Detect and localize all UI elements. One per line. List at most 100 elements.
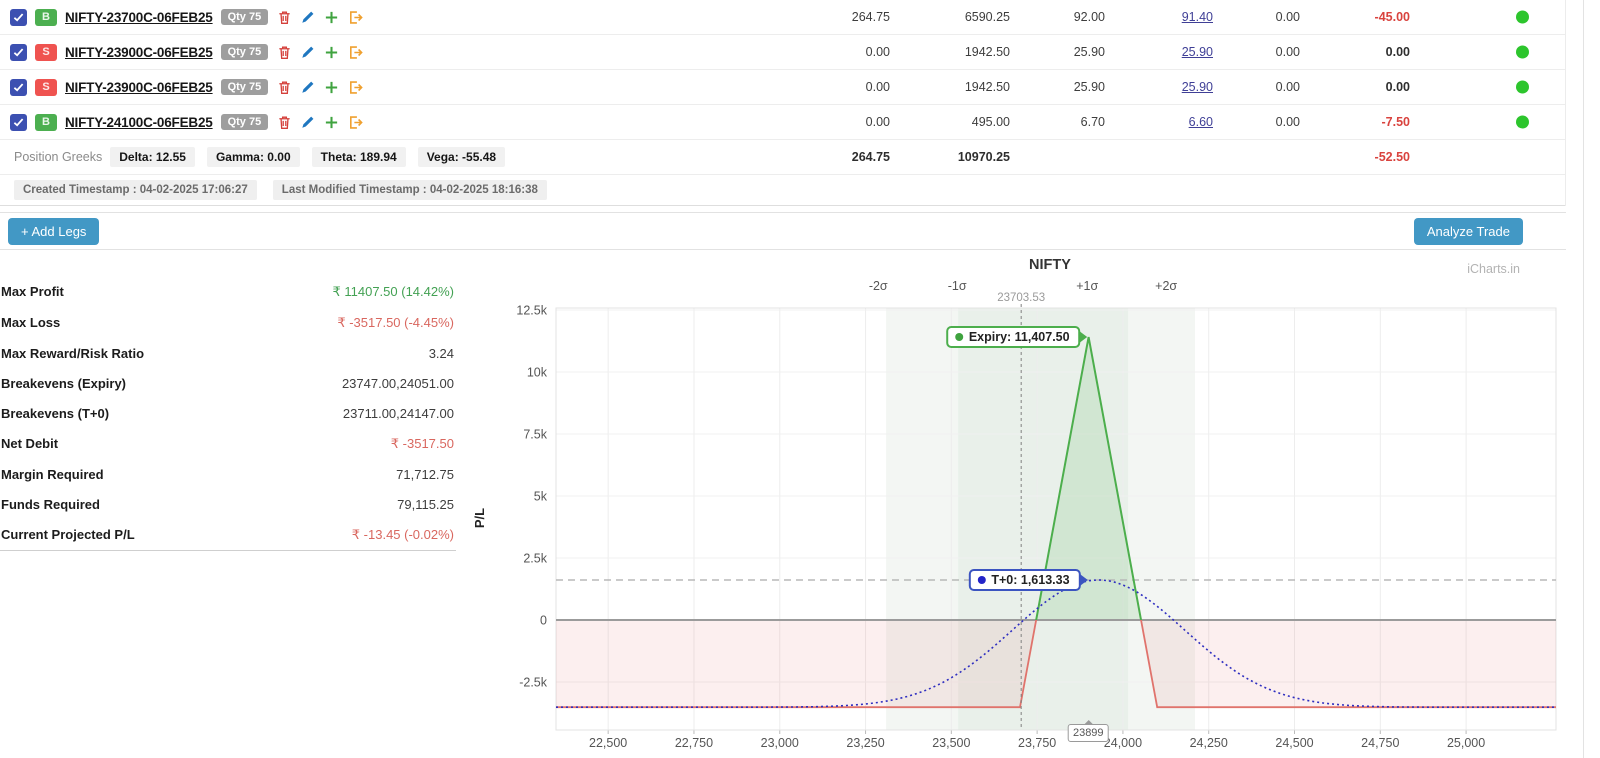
total-value: 264.75 [851, 150, 890, 164]
stat-label: Current Projected P/L [1, 527, 135, 542]
greek-badge: Delta: 12.55 [110, 147, 195, 167]
stat-row: Breakevens (Expiry) 23747.00,24051.00 [0, 368, 456, 398]
leg-controls: S NIFTY-23900C-06FEB25 Qty 75 [10, 35, 363, 69]
qty-badge: Qty 75 [220, 9, 269, 25]
status-dot [1516, 115, 1529, 129]
delete-icon[interactable] [277, 45, 292, 60]
stat-value: 23747.00,24051.00 [341, 375, 454, 391]
stat-value: ₹ -13.45 (-0.02%) [351, 526, 454, 542]
add-legs-button[interactable]: + Add Legs [8, 217, 100, 245]
legs-table: B NIFTY-23700C-06FEB25 Qty 75 264.75 6590.25… [0, 0, 1566, 206]
delete-icon[interactable] [277, 115, 292, 130]
edit-icon[interactable] [301, 10, 315, 24]
delete-icon[interactable] [277, 80, 292, 95]
add-icon[interactable] [324, 45, 339, 60]
stat-value: ₹ -3517.50 (-4.45%) [337, 314, 454, 330]
svg-text:12.5k: 12.5k [516, 303, 547, 317]
stats-panel: Max Profit ₹ 11407.50 (14.42%) Max Loss ₹ -… [0, 276, 456, 551]
svg-text:22,750: 22,750 [675, 736, 713, 750]
stat-row: Breakevens (T+0) 23711.00,24147.00 [0, 398, 456, 428]
leg-controls: B NIFTY-23700C-06FEB25 Qty 75 [10, 0, 363, 34]
leg-checkbox[interactable] [10, 8, 27, 26]
edit-icon[interactable] [301, 80, 315, 94]
stat-value: 23711.00,24147.00 [342, 405, 454, 421]
leg-value: 0.00 [1275, 45, 1300, 59]
svg-text:5k: 5k [534, 489, 548, 503]
leg-value: 264.75 [851, 10, 890, 24]
expiry-callout-text: Expiry: 11,407.50 [968, 330, 1070, 345]
leg-name[interactable]: NIFTY-23900C-06FEB25 [65, 45, 213, 60]
leg-name[interactable]: NIFTY-24100C-06FEB25 [65, 115, 213, 130]
legs-rows: B NIFTY-23700C-06FEB25 Qty 75 264.75 6590.25… [0, 0, 1565, 140]
exit-icon[interactable] [348, 115, 363, 130]
stat-row: Max Reward/Risk Ratio 3.24 [0, 338, 456, 368]
qty-badge: Qty 75 [220, 44, 269, 60]
leg-value: 25.90 [1073, 80, 1105, 94]
leg-value: 0.00 [1275, 80, 1300, 94]
leg-value: 0.00 [865, 45, 890, 59]
greek-badge: Gamma: 0.00 [206, 147, 300, 167]
svg-text:0: 0 [540, 614, 547, 628]
side-badge: B [35, 8, 57, 26]
leg-row: S NIFTY-23900C-06FEB25 Qty 75 0.00 1942.50 25… [0, 35, 1565, 70]
timestamps-row: Created Timestamp : 04-02-2025 17:06:27 L… [0, 175, 1565, 206]
sigma-label: +2σ [1155, 279, 1177, 293]
stat-row: Net Debit ₹ -3517.50 [0, 428, 456, 459]
exit-icon[interactable] [348, 45, 363, 60]
leg-checkbox[interactable] [10, 78, 27, 96]
leg-value[interactable]: 91.40 [1118, 10, 1213, 24]
svg-text:24,750: 24,750 [1361, 736, 1399, 750]
leg-value[interactable]: 25.90 [1118, 45, 1213, 59]
exit-icon[interactable] [348, 80, 363, 95]
leg-row: B NIFTY-23700C-06FEB25 Qty 75 264.75 6590.25… [0, 0, 1565, 35]
position-greeks-label: Position Greeks [14, 150, 103, 164]
greek-badges: Delta: 12.55 Gamma: 0.00 Theta: 189.94 Vega… [110, 147, 517, 167]
leg-name[interactable]: NIFTY-23900C-06FEB25 [65, 80, 213, 95]
options-strategy-page: B NIFTY-23700C-06FEB25 Qty 75 264.75 6590.25… [0, 0, 1600, 758]
svg-text:-2.5k: -2.5k [519, 676, 548, 690]
crosshair-price-label: 23899 [1067, 720, 1109, 742]
toolbar: + Add Legs Analyze Trade [0, 212, 1566, 250]
delete-icon[interactable] [277, 10, 292, 25]
add-icon[interactable] [324, 115, 339, 130]
stat-label: Max Reward/Risk Ratio [1, 345, 145, 361]
leg-value: 0.00 [865, 115, 890, 129]
greek-badge: Vega: -55.48 [417, 147, 506, 167]
timestamp-badge: Created Timestamp : 04-02-2025 17:06:27 [14, 180, 257, 200]
svg-text:24,000: 24,000 [1104, 736, 1142, 750]
leg-value: 0.00 [1385, 45, 1410, 59]
stat-row: Margin Required 71,712.75 [0, 459, 456, 489]
stat-value: ₹ -3517.50 [390, 435, 454, 451]
leg-controls: B NIFTY-24100C-06FEB25 Qty 75 [10, 105, 363, 139]
leg-name[interactable]: NIFTY-23700C-06FEB25 [65, 10, 213, 25]
leg-value[interactable]: 6.60 [1118, 115, 1213, 129]
edit-icon[interactable] [301, 45, 315, 59]
add-icon[interactable] [324, 80, 339, 95]
timestamp-badge: Last Modified Timestamp : 04-02-2025 18:… [272, 180, 547, 200]
exit-icon[interactable] [348, 10, 363, 25]
add-icon[interactable] [324, 10, 339, 25]
svg-text:23,750: 23,750 [1018, 736, 1056, 750]
leg-value: 1942.50 [964, 45, 1010, 59]
status-dot [1516, 80, 1529, 94]
sigma-label: -1σ [948, 279, 967, 293]
leg-checkbox[interactable] [10, 43, 27, 61]
leg-value[interactable]: 25.90 [1118, 80, 1213, 94]
stat-label: Max Loss [1, 315, 61, 330]
leg-value: 495.00 [971, 115, 1010, 129]
svg-text:23,000: 23,000 [761, 736, 799, 750]
side-badge: S [35, 43, 57, 61]
analysis-section: Max Profit ₹ 11407.50 (14.42%) Max Loss ₹ -… [0, 250, 1600, 758]
leg-value: 0.00 [1275, 115, 1300, 129]
edit-icon[interactable] [301, 115, 315, 129]
stat-value: 3.24 [428, 345, 454, 361]
status-dot [1516, 10, 1529, 24]
stat-label: Funds Required [1, 496, 100, 512]
leg-value: 0.00 [865, 80, 890, 94]
status-dot [1516, 45, 1529, 59]
total-value: -52.50 [1374, 150, 1410, 164]
svg-text:23,500: 23,500 [932, 736, 970, 750]
svg-text:25,000: 25,000 [1447, 736, 1485, 750]
analyze-trade-button[interactable]: Analyze Trade [1413, 217, 1523, 245]
leg-checkbox[interactable] [10, 113, 27, 131]
